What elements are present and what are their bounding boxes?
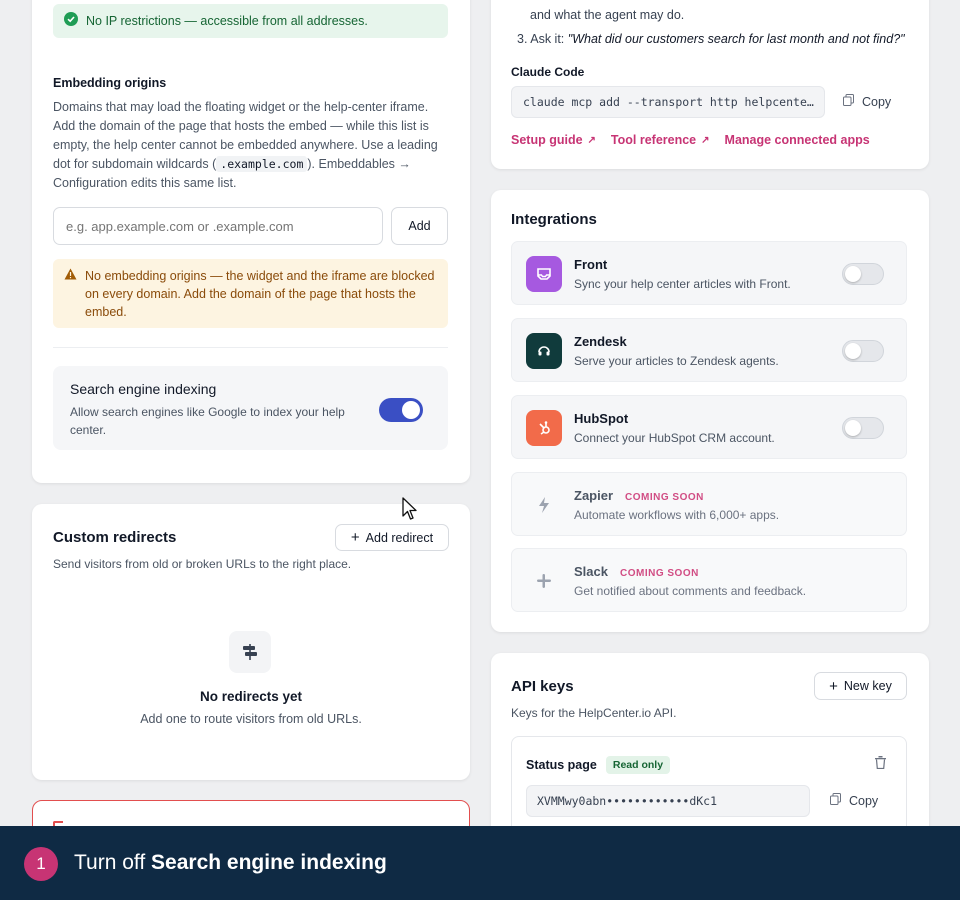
coming-soon-badge: COMING SOON: [625, 492, 704, 503]
zendesk-icon: [526, 333, 562, 369]
indexing-title: Search engine indexing: [70, 381, 217, 397]
mcp-links: Setup guide ↗ Tool reference ↗ Manage conn…: [511, 133, 870, 147]
plus-icon: +: [829, 677, 838, 695]
add-origin-button[interactable]: Add: [391, 207, 448, 245]
empty-title: No redirects yet: [199, 689, 303, 704]
hubspot-toggle[interactable]: [842, 417, 884, 439]
empty-description: Add one to route visitors from old URLs.: [140, 712, 362, 726]
tool-reference-link[interactable]: Tool reference ↗: [611, 133, 710, 147]
indexing-row: Search engine indexing Allow search engi…: [53, 366, 448, 450]
divider: [53, 347, 448, 348]
embedding-description: Domains that may load the floating widge…: [53, 100, 438, 190]
copy-icon: [830, 793, 841, 808]
integration-front: Front Sync your help center articles wit…: [511, 241, 907, 305]
warning-text: No embedding origins — the widget and th…: [85, 269, 435, 319]
new-key-button[interactable]: + New key: [814, 672, 907, 700]
mcp-step-3: 3. Ask it: "What did our customers searc…: [517, 32, 905, 46]
integration-slack: Slack COMING SOON Get notified about comm…: [511, 548, 907, 612]
ip-notice: No IP restrictions — accessible from all…: [53, 4, 448, 38]
zendesk-toggle[interactable]: [842, 340, 884, 362]
integration-hubspot: HubSpot Connect your HubSpot CRM account…: [511, 395, 907, 459]
integration-zendesk: Zendesk Serve your articles to Zendesk a…: [511, 318, 907, 382]
front-icon: [526, 256, 562, 292]
wildcard-code: .example.com: [216, 156, 308, 172]
step-number-badge: 1: [24, 847, 58, 881]
copy-command-button[interactable]: Copy: [843, 94, 891, 109]
integrations-title: Integrations: [511, 211, 597, 228]
mouse-cursor-icon: [402, 497, 418, 526]
hubspot-icon: [526, 410, 562, 446]
bolt-icon: [526, 487, 562, 523]
redirects-description: Send visitors from old or broken URLs to…: [53, 557, 352, 571]
trash-icon[interactable]: [875, 756, 886, 774]
setup-guide-link[interactable]: Setup guide ↗: [511, 133, 596, 147]
instruction-text: Turn off Search engine indexing: [74, 851, 387, 874]
signpost-icon: [229, 631, 271, 673]
coming-soon-badge: COMING SOON: [619, 568, 699, 579]
redirects-card: Custom redirects + Add redirect Send vis…: [32, 504, 470, 780]
instruction-banner: 1 Turn off Search engine indexing: [0, 826, 960, 900]
api-key-name: Status page Read only: [526, 756, 671, 774]
mcp-card: and what the agent may do. 3. Ask it: "W…: [491, 0, 929, 169]
mcp-command[interactable]: claude mcp add --transport http helpcent…: [511, 86, 825, 118]
copy-key-button[interactable]: Copy: [830, 793, 878, 808]
integration-zapier: Zapier COMING SOON Automate workflows wit…: [511, 472, 907, 536]
external-link-icon: ↗: [701, 134, 710, 146]
check-circle-icon: [64, 11, 78, 31]
api-keys-title: API keys: [511, 678, 574, 695]
integrations-card: Integrations Front Sync your help center…: [491, 190, 929, 632]
redirects-title: Custom redirects: [53, 529, 177, 546]
ip-notice-text: No IP restrictions — accessible from all…: [86, 14, 368, 28]
embedding-title: Embedding origins: [53, 76, 167, 90]
security-card: No IP restrictions — accessible from all…: [32, 0, 470, 483]
front-toggle[interactable]: [842, 263, 884, 285]
embedding-origin-input[interactable]: [53, 207, 383, 245]
slack-icon: [526, 563, 562, 599]
indexing-toggle[interactable]: [379, 398, 423, 422]
claude-code-label: Claude Code: [511, 65, 585, 79]
api-key-value[interactable]: XVMMwy0abn••••••••••••dKc1: [526, 785, 810, 817]
api-keys-description: Keys for the HelpCenter.io API.: [511, 706, 677, 720]
embedding-warning: No embedding origins — the widget and th…: [53, 259, 448, 328]
manage-apps-link[interactable]: Manage connected apps: [725, 133, 870, 147]
add-redirect-button[interactable]: + Add redirect: [335, 524, 449, 551]
warning-icon: [64, 267, 77, 285]
copy-icon: [843, 94, 854, 109]
plus-icon: +: [350, 529, 360, 546]
external-link-icon: ↗: [587, 134, 596, 146]
read-only-badge: Read only: [605, 756, 671, 774]
indexing-description: Allow search engines like Google to inde…: [70, 405, 345, 437]
mcp-step-2: and what the agent may do.: [530, 8, 685, 22]
